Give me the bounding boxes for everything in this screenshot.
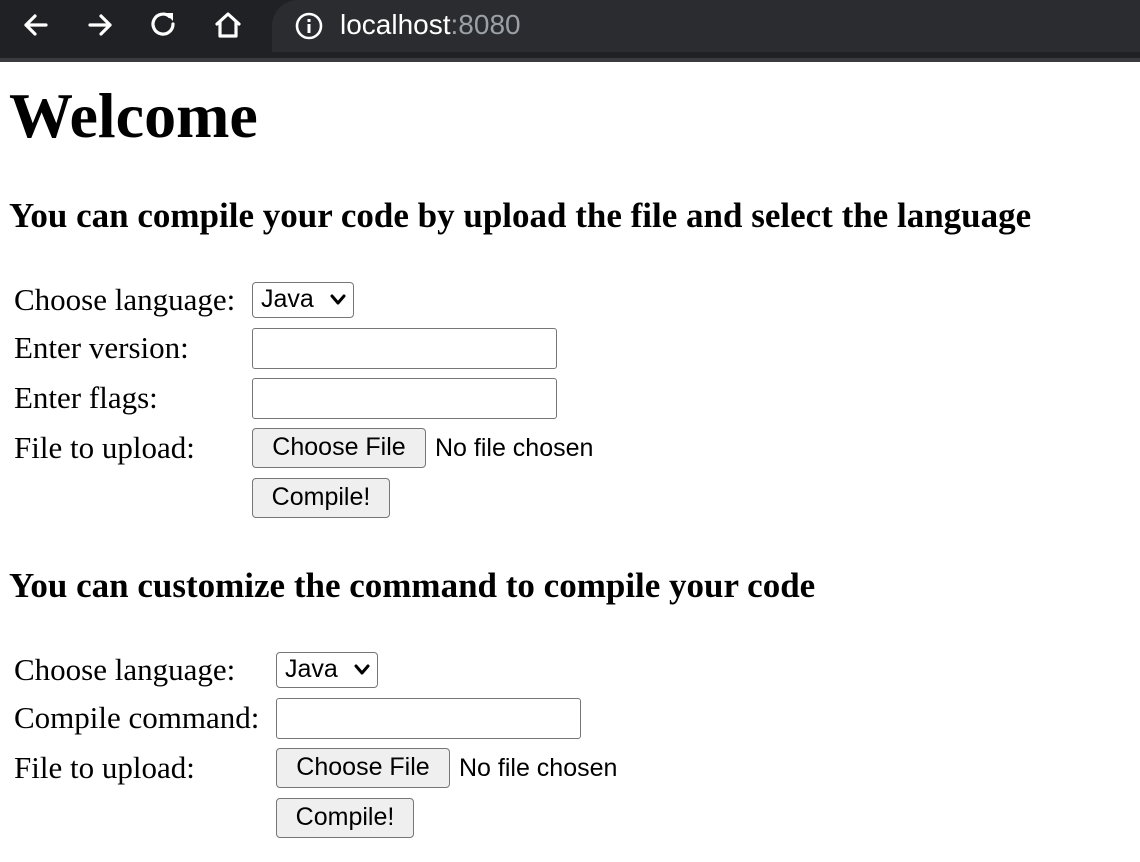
section2-heading: You can customize the command to compile… <box>9 566 816 605</box>
section2-command-label: Compile command: <box>14 700 260 735</box>
section1-no-file-text: No file chosen <box>435 434 594 462</box>
info-icon[interactable] <box>294 11 324 41</box>
section2-language-label: Choose language: <box>14 652 236 687</box>
arrow-right-icon <box>88 14 112 36</box>
reload-button[interactable] <box>144 7 184 43</box>
compile-command-input[interactable] <box>276 698 581 739</box>
browser-toolbar: localhost:8080 <box>0 0 1140 62</box>
section2-language-value: Java <box>285 655 338 683</box>
section1-language-label: Choose language: <box>14 282 236 317</box>
section1-flags-label: Enter flags: <box>14 380 158 415</box>
section1-version-label: Enter version: <box>14 330 189 365</box>
section1-choose-file-button[interactable]: Choose File <box>252 428 426 468</box>
section1-language-select[interactable]: Java <box>252 282 354 318</box>
chevron-down-icon <box>354 664 370 675</box>
page-title: Welcome <box>9 80 258 151</box>
version-input[interactable] <box>252 328 557 369</box>
arrow-left-icon <box>24 14 48 36</box>
section2-choose-file-button[interactable]: Choose File <box>276 748 450 788</box>
chevron-down-icon <box>330 294 346 305</box>
address-bar[interactable]: localhost:8080 <box>272 0 1140 52</box>
forward-button[interactable] <box>80 7 120 43</box>
section2-file-label: File to upload: <box>14 750 195 785</box>
section1-heading: You can compile your code by upload the … <box>9 196 1032 235</box>
home-icon <box>215 12 241 38</box>
section1-file-label: File to upload: <box>14 430 195 465</box>
section1-compile-button[interactable]: Compile! <box>252 478 390 518</box>
url-port: :8080 <box>450 9 521 40</box>
reload-icon <box>151 12 175 36</box>
url-text: localhost:8080 <box>340 7 521 43</box>
url-host: localhost <box>340 9 451 40</box>
section1-language-value: Java <box>261 285 314 313</box>
section2-language-select[interactable]: Java <box>276 652 378 688</box>
section2-no-file-text: No file chosen <box>459 754 618 782</box>
flags-input[interactable] <box>252 378 557 419</box>
back-button[interactable] <box>16 7 56 43</box>
home-button[interactable] <box>208 7 248 43</box>
section2-compile-button[interactable]: Compile! <box>276 798 414 838</box>
